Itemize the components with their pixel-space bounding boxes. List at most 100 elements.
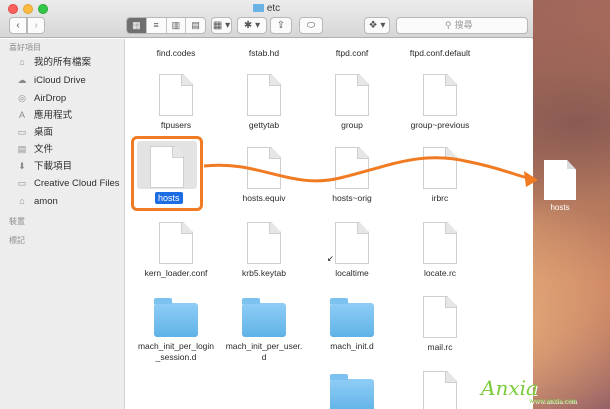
search-field[interactable]: ⚲ 搜尋 <box>396 17 528 34</box>
file-label: mach_init.d <box>330 341 374 351</box>
file-item[interactable]: kern_loader.conf <box>126 222 226 279</box>
sidebar-tags-header: 標記 <box>9 236 25 245</box>
arrange-button[interactable]: ▦ ▾ <box>211 17 232 34</box>
icon-view-button[interactable]: ▦ <box>127 18 147 33</box>
folder-icon <box>330 298 374 337</box>
sidebar-item-desktop[interactable]: ▭ 桌面 <box>16 124 53 140</box>
file-label: irbrc <box>431 193 449 203</box>
file-label: fstab.hd <box>248 48 280 58</box>
list-view-button[interactable]: ≡ <box>147 18 167 33</box>
file-item[interactable]: mail.rc <box>390 296 490 353</box>
file-label: mach_init_per_login _session.d <box>137 341 215 362</box>
search-icon: ⚲ <box>445 20 452 30</box>
sidebar-item-label: AirDrop <box>34 93 67 104</box>
tag-button[interactable]: ⬭ <box>299 17 323 34</box>
document-icon <box>423 296 457 338</box>
file-item[interactable] <box>302 374 402 409</box>
file-item[interactable]: hosts~orig <box>302 147 402 204</box>
highlight-box <box>131 136 203 211</box>
document-icon <box>423 147 457 189</box>
back-button[interactable]: ‹ <box>9 17 27 34</box>
file-item[interactable]: group <box>302 74 402 131</box>
forward-button[interactable]: › <box>27 17 45 34</box>
file-label: kern_loader.conf <box>144 268 208 278</box>
sidebar-item-label: 桌面 <box>34 127 54 138</box>
file-label: locate.rc <box>423 268 457 278</box>
file-item[interactable]: krb5.keytab <box>214 222 314 279</box>
sidebar-item-downloads[interactable]: ⬇ 下載項目 <box>16 158 72 174</box>
file-label: ftpd.conf <box>335 48 369 58</box>
sidebar-item-home[interactable]: ⌂ amon <box>16 193 58 209</box>
desktop-file-item[interactable]: hosts <box>540 160 580 212</box>
sidebar-item-label: 下載項目 <box>34 161 73 172</box>
folder-icon <box>252 4 264 12</box>
file-item[interactable] <box>390 371 490 409</box>
document-icon <box>335 147 369 189</box>
sidebar-favorites-header: 喜好項目 <box>9 43 41 52</box>
view-mode-group: ▦ ≡ ▥ ▤ <box>126 17 206 34</box>
watermark-text: Anxia <box>481 376 538 400</box>
file-item[interactable]: ftpd.conf.default <box>390 44 490 59</box>
document-icon <box>247 147 281 189</box>
document-icon <box>335 222 369 264</box>
document-icon <box>423 74 457 116</box>
desktop-icon: ▭ <box>17 127 27 137</box>
file-item[interactable]: ftpusers <box>126 74 226 131</box>
sidebar-item-all-files[interactable]: ⌂ 我的所有檔案 <box>16 54 91 70</box>
sidebar-item-creative-cloud[interactable]: ▭ Creative Cloud Files <box>16 175 120 191</box>
document-icon <box>247 222 281 264</box>
sidebar-item-documents[interactable]: ▤ 文件 <box>16 141 53 157</box>
sidebar-item-icloud[interactable]: ☁ iCloud Drive <box>16 72 86 88</box>
sidebar-item-label: 應用程式 <box>34 110 73 121</box>
file-item[interactable]: fstab.hd <box>214 44 314 59</box>
all-files-icon: ⌂ <box>19 57 25 67</box>
folder-icon <box>242 298 286 337</box>
file-item[interactable]: ftpd.conf <box>302 44 402 59</box>
search-placeholder: 搜尋 <box>454 20 473 30</box>
sidebar: 喜好項目 ⌂ 我的所有檔案 ☁ iCloud Drive ◎ AirDrop A 應用程… <box>0 39 125 409</box>
document-icon <box>423 222 457 264</box>
file-item[interactable]: locate.rc <box>390 222 490 279</box>
file-item[interactable]: hosts.equiv <box>214 147 314 204</box>
sidebar-item-applications[interactable]: A 應用程式 <box>16 107 72 123</box>
file-item[interactable]: find.codes <box>126 44 226 59</box>
document-icon <box>247 74 281 116</box>
file-label: group~previous <box>410 120 470 130</box>
file-label: mail.rc <box>427 342 453 352</box>
download-icon: ⬇ <box>18 161 26 171</box>
desktop-file-label: hosts <box>550 203 570 212</box>
file-item[interactable]: group~previous <box>390 74 490 131</box>
document-icon <box>159 222 193 264</box>
document-icon <box>159 74 193 116</box>
applications-icon: A <box>18 110 25 120</box>
sidebar-item-label: Creative Cloud Files <box>34 178 120 189</box>
watermark-url: www.anxia.com <box>529 398 577 405</box>
file-label: gettytab <box>248 120 280 130</box>
finder-window: etc ‹ › ▦ ≡ ▥ ▤ ▦ ▾ ✱ ▾ ⇪ ⬭ ❖ ▾ ⚲ 搜尋 喜好項目… <box>0 0 533 409</box>
action-button[interactable]: ✱ ▾ <box>237 17 267 34</box>
sidebar-item-airdrop[interactable]: ◎ AirDrop <box>16 90 66 106</box>
sidebar-item-label: 我的所有檔案 <box>34 57 92 68</box>
airdrop-icon: ◎ <box>18 93 26 103</box>
share-button[interactable]: ⇪ <box>270 17 292 34</box>
file-label: ftpusers <box>160 120 192 130</box>
file-item[interactable]: localtime <box>302 222 402 279</box>
file-label: group <box>341 120 363 130</box>
dropbox-button[interactable]: ❖ ▾ <box>364 17 390 34</box>
file-label: mach_init_per_user. d <box>225 341 303 362</box>
cloud-icon: ☁ <box>17 75 27 85</box>
file-label: hosts.equiv <box>242 193 286 203</box>
file-item[interactable]: gettytab <box>214 74 314 131</box>
column-view-button[interactable]: ▥ <box>167 18 187 33</box>
document-icon <box>544 160 576 200</box>
file-grid: find.codes fstab.hd ftpd.conf ftpd.conf.… <box>126 39 533 409</box>
file-item[interactable]: mach_init.d <box>302 298 402 352</box>
sidebar-item-label: 文件 <box>34 144 54 155</box>
file-item[interactable]: mach_init_per_user. d <box>214 298 314 363</box>
file-item[interactable]: mach_init_per_login _session.d <box>126 298 226 363</box>
folder-icon <box>154 298 198 337</box>
file-item[interactable]: irbrc <box>390 147 490 204</box>
sidebar-item-label: amon <box>34 196 58 207</box>
sidebar-devices-header: 裝置 <box>9 217 25 226</box>
cover-flow-button[interactable]: ▤ <box>186 18 205 33</box>
